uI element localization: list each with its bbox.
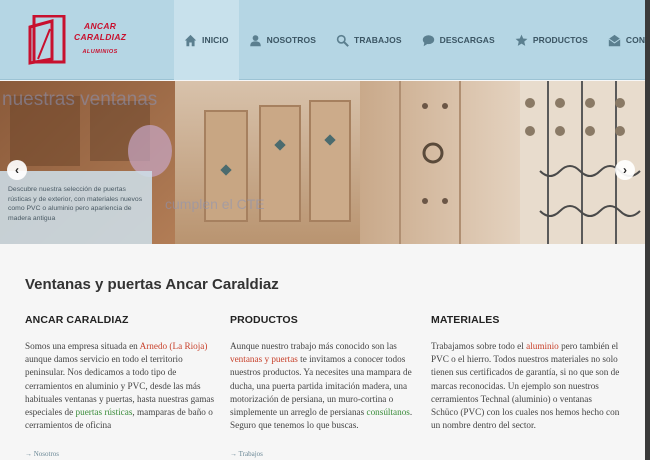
link-ventanas-puertas[interactable]: ventanas y puertas bbox=[230, 354, 298, 364]
hero-caption: Descubre nuestra selección de puertas rú… bbox=[0, 171, 152, 244]
mail-icon bbox=[608, 34, 621, 46]
nav-label: NOSOTROS bbox=[266, 35, 317, 45]
nav-item-trabajos[interactable]: TRABAJOS bbox=[326, 0, 412, 80]
nav-item-inicio[interactable]: INICIO bbox=[174, 0, 239, 80]
column-ancar-caraldiaz: ANCAR CARALDIAZ Somos una empresa situad… bbox=[25, 314, 215, 432]
slider-next-button[interactable]: › bbox=[615, 160, 635, 180]
nav-item-contacto[interactable]: CONTACTO bbox=[598, 0, 645, 80]
column-title: ANCAR CARALDIAZ bbox=[25, 314, 129, 326]
link-consultanos[interactable]: consúltanos bbox=[367, 407, 410, 417]
column-materiales: MATERIALES Trabajamos sobre todo el alum… bbox=[431, 314, 621, 432]
logo-text: ANCAR CARALDIAZ ALUMINIOS bbox=[74, 21, 126, 55]
hero-watermark-bottom: cumplen el CTE bbox=[165, 196, 265, 212]
search-icon bbox=[336, 34, 349, 47]
column-title: MATERIALES bbox=[431, 314, 500, 326]
link-puertas-rusticas[interactable]: puertas rústicas bbox=[76, 407, 133, 417]
window-edge bbox=[645, 0, 650, 460]
slider-prev-button[interactable]: ‹ bbox=[7, 160, 27, 180]
site-header: ANCAR CARALDIAZ ALUMINIOS INICIO NOSOTRO… bbox=[0, 0, 645, 80]
main-nav: INICIO NOSOTROS TRABAJOS DESCARGAS PRODU… bbox=[174, 0, 645, 80]
nav-label: INICIO bbox=[202, 35, 229, 45]
logo-line-2: CARALDIAZ bbox=[74, 32, 127, 42]
more-link-trabajos[interactable]: → Trabajos bbox=[230, 450, 263, 458]
star-icon bbox=[515, 34, 528, 46]
hero-slider: nuestras ventanas cumplen el CTE Descubr… bbox=[0, 81, 645, 244]
logo-window-icon bbox=[28, 15, 66, 65]
column-title: PRODUCTOS bbox=[230, 314, 298, 326]
column-text: Somos una empresa situada en Arnedo (La … bbox=[25, 341, 215, 431]
chat-icon bbox=[422, 34, 434, 46]
more-link-nosotros[interactable]: → Nosotros bbox=[25, 450, 59, 458]
link-aluminio[interactable]: aluminio bbox=[526, 341, 559, 351]
page-title: Ventanas y puertas Ancar Caraldiaz bbox=[25, 276, 279, 293]
nav-label: CONTACTO bbox=[625, 35, 645, 45]
page: ANCAR CARALDIAZ ALUMINIOS INICIO NOSOTRO… bbox=[0, 0, 645, 460]
hero-watermark-top: nuestras ventanas bbox=[2, 89, 157, 110]
nav-item-nosotros[interactable]: NOSOTROS bbox=[239, 0, 326, 80]
nav-label: DESCARGAS bbox=[439, 35, 495, 45]
logo-line-3: ALUMINIOS bbox=[82, 49, 118, 55]
column-text: Aunque nuestro trabajo más conocido son … bbox=[230, 341, 413, 431]
nav-label: TRABAJOS bbox=[354, 35, 402, 45]
nav-item-productos[interactable]: PRODUCTOS bbox=[505, 0, 598, 80]
main-content: Ventanas y puertas Ancar Caraldiaz ANCAR… bbox=[0, 244, 645, 460]
link-arnedo[interactable]: Arnedo (La Rioja) bbox=[140, 341, 208, 351]
column-text: Trabajamos sobre todo el aluminio pero t… bbox=[431, 341, 620, 431]
site-logo[interactable]: ANCAR CARALDIAZ ALUMINIOS bbox=[28, 13, 138, 65]
home-icon bbox=[184, 34, 197, 46]
logo-line-1: ANCAR bbox=[84, 21, 117, 31]
nav-item-descargas[interactable]: DESCARGAS bbox=[412, 0, 505, 80]
nav-label: PRODUCTOS bbox=[532, 35, 588, 45]
column-productos: PRODUCTOS Aunque nuestro trabajo más con… bbox=[230, 314, 420, 432]
user-icon bbox=[249, 34, 261, 46]
